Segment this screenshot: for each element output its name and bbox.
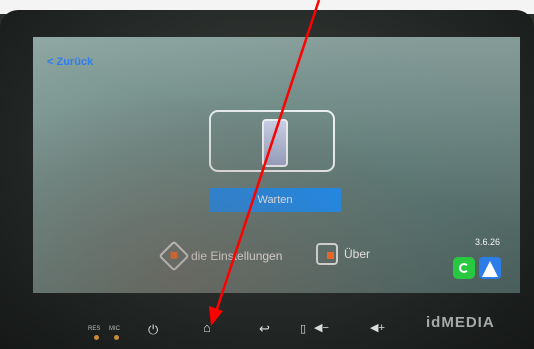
annotation-arrow [209, 0, 321, 326]
